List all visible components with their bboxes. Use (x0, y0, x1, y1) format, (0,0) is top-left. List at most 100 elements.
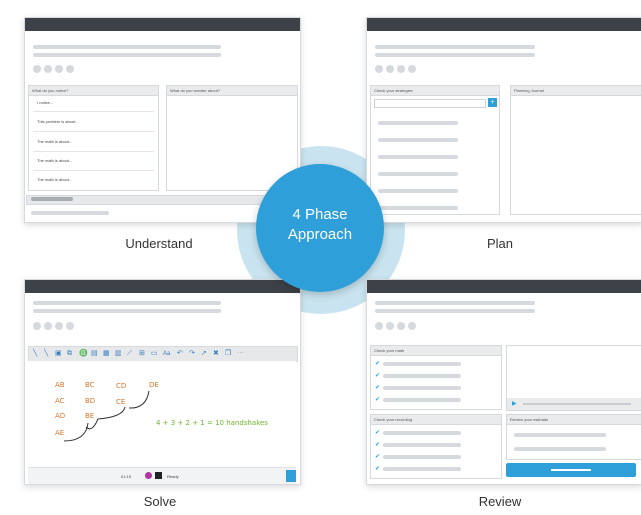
undo-icon[interactable]: ↶ (177, 349, 183, 359)
status-bar: 01:15 Ready (28, 467, 296, 484)
progress-dot[interactable] (408, 65, 416, 73)
check-icon: ✔ (375, 397, 381, 403)
divider (33, 151, 154, 152)
handwritten-brackets (63, 390, 150, 442)
notice-item[interactable]: I notice... (37, 100, 53, 105)
trash-icon[interactable]: ✖ (213, 349, 219, 359)
playback-progress[interactable] (523, 403, 631, 405)
drawing-toolbar: ╲ ╲ ▣ ⧉ ♎ ▤ ▦ ▥ ⟋ ⊞ ▭ Aa ↶ ↷ ➚ ✖ ❐ ⋯ (28, 346, 298, 362)
select-icon[interactable]: ➚ (201, 349, 207, 359)
placeholder-line (383, 443, 461, 447)
status-text: Ready (167, 474, 179, 479)
progress-dot[interactable] (66, 322, 74, 330)
placeholder-line (514, 433, 606, 437)
progress-dot[interactable] (375, 322, 383, 330)
placeholder-line (33, 53, 221, 57)
progress-dot[interactable] (44, 322, 52, 330)
window-titlebar (25, 280, 300, 293)
submit-estimate-button[interactable] (506, 463, 636, 477)
pen-icon[interactable]: ╲ (44, 349, 48, 359)
placeholder-line (514, 447, 606, 451)
divider (33, 111, 154, 112)
number-line-icon[interactable]: ⊞ (139, 349, 145, 359)
placeholder-line (378, 121, 458, 125)
calculator-icon[interactable]: ▤ (91, 349, 98, 359)
timer-text: 01:15 (121, 474, 132, 479)
more-icon[interactable]: ⋯ (237, 349, 244, 359)
planning-journal-title: Planning Journal (511, 86, 641, 96)
check-icon: ✔ (375, 361, 381, 367)
phase-title-line1: 4 Phase (292, 206, 348, 223)
notice-panel-title: What do you notice? (29, 86, 158, 96)
check-recording-panel: Check your recording ✔ ✔ ✔ ✔ (370, 414, 502, 479)
submit-button[interactable] (286, 470, 296, 482)
duplicate-icon[interactable]: ❐ (225, 349, 231, 359)
window-titlebar (25, 18, 300, 31)
placeholder-line (383, 374, 461, 378)
strategy-input[interactable] (374, 99, 486, 108)
check-icon: ✔ (375, 373, 381, 379)
caption-solve: Solve (143, 494, 177, 509)
placeholder-line (375, 45, 535, 49)
record-indicator-icon[interactable] (145, 472, 152, 479)
check-icon: ✔ (375, 466, 381, 472)
drawing-canvas[interactable]: AB BC CD DE AC BD CE AD BE AE 4 + 3 + 2 … (28, 361, 296, 466)
placeholder-line (33, 45, 221, 49)
notice-item[interactable]: The math is about... (37, 139, 72, 144)
progress-dot[interactable] (55, 322, 63, 330)
progress-dot[interactable] (44, 65, 52, 73)
placeholder-line (31, 211, 109, 215)
chart-icon[interactable]: ⟋ (127, 349, 132, 359)
plan-window: Check your strategies + Planning Journal (366, 17, 641, 223)
check-icon: ✔ (375, 385, 381, 391)
scale-icon[interactable]: ♎ (79, 349, 88, 359)
equation-text: 4 + 3 + 2 + 1 = 10 handshakes (156, 419, 268, 427)
table-icon[interactable]: ▦ (103, 349, 110, 359)
window-titlebar (367, 280, 641, 293)
placeholder-line (378, 206, 458, 210)
understand-window: What do you notice? I notice... This pro… (24, 17, 301, 223)
phase-circle: 4 Phase Approach (256, 164, 384, 292)
wonder-panel[interactable]: What do you wonder about? (166, 85, 298, 191)
add-strategy-button[interactable]: + (488, 98, 497, 107)
grid-icon[interactable]: ▥ (115, 349, 122, 359)
wonder-panel-title: What do you wonder about? (167, 86, 297, 96)
placeholder-line (378, 172, 458, 176)
notice-item[interactable]: The math is about... (37, 158, 72, 163)
progress-dot[interactable] (397, 322, 405, 330)
placeholder-line (383, 455, 461, 459)
redo-icon[interactable]: ↷ (189, 349, 195, 359)
placeholder-line (383, 362, 461, 366)
placeholder-line (378, 138, 458, 142)
progress-dot[interactable] (33, 65, 41, 73)
check-icon: ✔ (375, 430, 381, 436)
check-recording-title: Check your recording (371, 415, 501, 425)
placeholder-line (383, 431, 461, 435)
progress-dot[interactable] (55, 65, 63, 73)
text-tool-icon[interactable]: Aa (163, 349, 170, 359)
placeholder-line (33, 309, 221, 313)
check-icon: ✔ (375, 442, 381, 448)
notice-item[interactable]: The math is about... (37, 177, 72, 182)
progress-dot[interactable] (33, 322, 41, 330)
placeholder-line (375, 301, 535, 305)
progress-dot[interactable] (375, 65, 383, 73)
image-icon[interactable]: ▣ (55, 349, 62, 359)
check-math-title: Check your math (371, 346, 501, 356)
copy-icon[interactable]: ⧉ (67, 349, 72, 359)
planning-journal-panel[interactable]: Planning Journal (510, 85, 641, 215)
progress-dot[interactable] (397, 65, 405, 73)
scrollbar-thumb[interactable] (31, 197, 73, 201)
progress-dot[interactable] (386, 322, 394, 330)
notice-item[interactable]: This problem is about... (37, 119, 79, 124)
pencil-icon[interactable]: ╲ (33, 349, 37, 359)
placeholder-line (383, 386, 461, 390)
stop-icon[interactable] (155, 472, 162, 479)
tape-icon[interactable]: ▭ (151, 349, 158, 359)
progress-dot[interactable] (66, 65, 74, 73)
progress-dot[interactable] (386, 65, 394, 73)
review-window: Check your math ✔ ✔ ✔ ✔ Check your recor… (366, 279, 641, 485)
progress-dot[interactable] (408, 322, 416, 330)
play-icon[interactable]: ▶ (512, 401, 517, 407)
placeholder-line (375, 53, 535, 57)
